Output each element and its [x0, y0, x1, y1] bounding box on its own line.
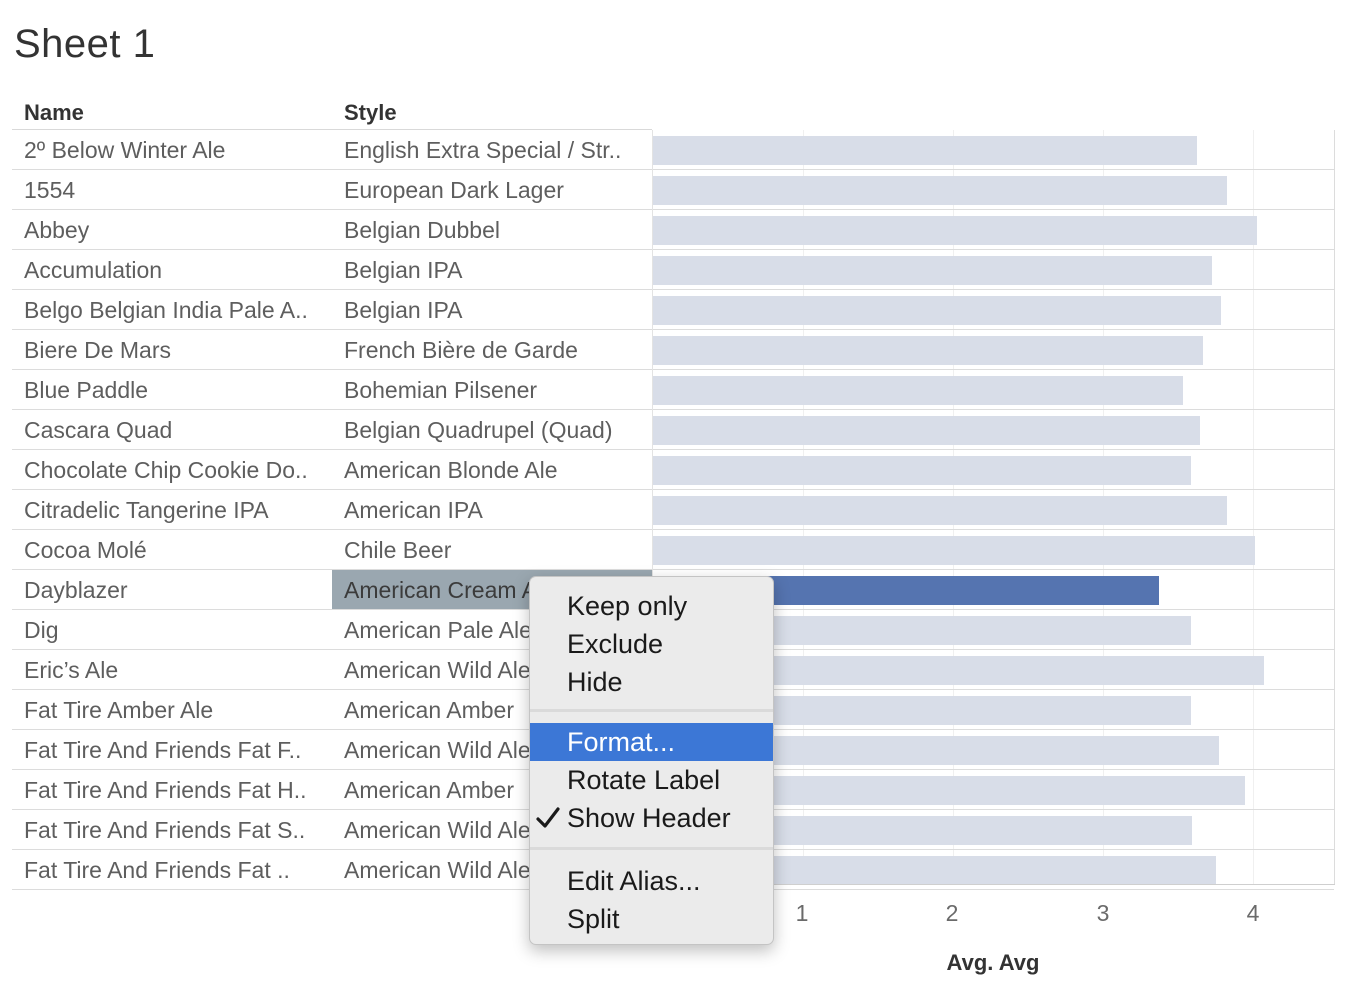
sheet-title: Sheet 1	[14, 22, 156, 66]
table-row[interactable]: Citradelic Tangerine IPA American IPA	[12, 490, 1334, 530]
menu-item-rotate-label[interactable]: Rotate Label	[530, 761, 773, 799]
name-cell[interactable]: 1554	[24, 170, 334, 209]
name-cell[interactable]: 2º Below Winter Ale	[24, 130, 334, 169]
table-row[interactable]: Abbey Belgian Dubbel	[12, 210, 1334, 250]
bar-mark[interactable]	[652, 536, 1255, 565]
style-cell[interactable]: French Bière de Garde	[344, 330, 650, 369]
x-tick-label: 3	[1096, 900, 1110, 926]
table-row[interactable]: Chocolate Chip Cookie Do.. American Blond…	[12, 450, 1334, 490]
style-cell[interactable]: American IPA	[344, 490, 650, 529]
name-cell[interactable]: Blue Paddle	[24, 370, 334, 409]
bar-mark[interactable]	[652, 336, 1203, 365]
name-cell[interactable]: Citradelic Tangerine IPA	[24, 490, 334, 529]
x-tick-label: 1	[795, 900, 809, 926]
bar-mark[interactable]	[652, 256, 1212, 285]
name-cell[interactable]: Fat Tire Amber Ale	[24, 690, 334, 729]
menu-item-split[interactable]: Split	[530, 900, 773, 938]
name-cell[interactable]: Belgo Belgian India Pale A..	[24, 290, 334, 329]
menu-item-hide[interactable]: Hide	[530, 663, 773, 701]
name-cell[interactable]: Dig	[24, 610, 334, 649]
checkmark-icon	[536, 807, 560, 828]
column-header-name[interactable]: Name	[24, 100, 84, 126]
style-cell[interactable]: Belgian Quadrupel (Quad)	[344, 410, 650, 449]
x-tick-label: 2	[945, 900, 959, 926]
name-cell[interactable]: Eric’s Ale	[24, 650, 334, 689]
menu-item-label: Show Header	[567, 803, 731, 833]
name-cell[interactable]: Chocolate Chip Cookie Do..	[24, 450, 334, 489]
table-row[interactable]: Cascara Quad Belgian Quadrupel (Quad)	[12, 410, 1334, 450]
style-cell[interactable]: Bohemian Pilsener	[344, 370, 650, 409]
name-cell[interactable]: Dayblazer	[24, 570, 334, 609]
name-cell[interactable]: Cascara Quad	[24, 410, 334, 449]
bar-mark[interactable]	[652, 496, 1227, 525]
name-cell[interactable]: Fat Tire And Friends Fat S..	[24, 810, 334, 849]
menu-separator	[530, 709, 773, 712]
menu-item-format[interactable]: Format...	[530, 723, 773, 761]
style-cell[interactable]: American Blonde Ale	[344, 450, 650, 489]
style-cell[interactable]: Belgian Dubbel	[344, 210, 650, 249]
bar-mark[interactable]	[652, 176, 1227, 205]
style-cell[interactable]: European Dark Lager	[344, 170, 650, 209]
menu-item-show-header[interactable]: Show Header	[530, 799, 773, 837]
table-row[interactable]: 1554 European Dark Lager	[12, 170, 1334, 210]
style-cell[interactable]: Chile Beer	[344, 530, 650, 569]
table-row[interactable]: Belgo Belgian India Pale A.. Belgian IPA	[12, 290, 1334, 330]
menu-item-keep-only[interactable]: Keep only	[530, 587, 773, 625]
bar-mark[interactable]	[652, 296, 1221, 325]
table-row[interactable]: 2º Below Winter Ale English Extra Special…	[12, 130, 1334, 170]
name-cell[interactable]: Biere De Mars	[24, 330, 334, 369]
name-cell[interactable]: Accumulation	[24, 250, 334, 289]
column-header-style[interactable]: Style	[344, 100, 397, 126]
bar-mark[interactable]	[652, 416, 1200, 445]
name-cell[interactable]: Fat Tire And Friends Fat H..	[24, 770, 334, 809]
table-row[interactable]: Biere De Mars French Bière de Garde	[12, 330, 1334, 370]
style-cell[interactable]: Belgian IPA	[344, 250, 650, 289]
name-cell[interactable]: Fat Tire And Friends Fat F..	[24, 730, 334, 769]
name-cell[interactable]: Cocoa Molé	[24, 530, 334, 569]
name-cell[interactable]: Fat Tire And Friends Fat ..	[24, 850, 334, 889]
table-row[interactable]: Accumulation Belgian IPA	[12, 250, 1334, 290]
table-row[interactable]: Cocoa Molé Chile Beer	[12, 530, 1334, 570]
bar-mark[interactable]	[652, 136, 1197, 165]
style-cell[interactable]: Belgian IPA	[344, 290, 650, 329]
style-cell[interactable]: English Extra Special / Str..	[344, 130, 650, 169]
menu-separator	[530, 847, 773, 850]
pane-border	[1334, 130, 1335, 885]
x-tick-label: 4	[1246, 900, 1260, 926]
bar-mark[interactable]	[652, 456, 1191, 485]
name-cell[interactable]: Abbey	[24, 210, 334, 249]
bar-mark[interactable]	[652, 216, 1257, 245]
menu-item-edit-alias[interactable]: Edit Alias...	[530, 862, 773, 900]
table-row[interactable]: Blue Paddle Bohemian Pilsener	[12, 370, 1334, 410]
context-menu: Keep only Exclude Hide Format... Rotate …	[529, 576, 774, 945]
x-axis-title[interactable]: Avg. Avg	[893, 950, 1093, 976]
bar-mark[interactable]	[652, 376, 1183, 405]
menu-item-exclude[interactable]: Exclude	[530, 625, 773, 663]
